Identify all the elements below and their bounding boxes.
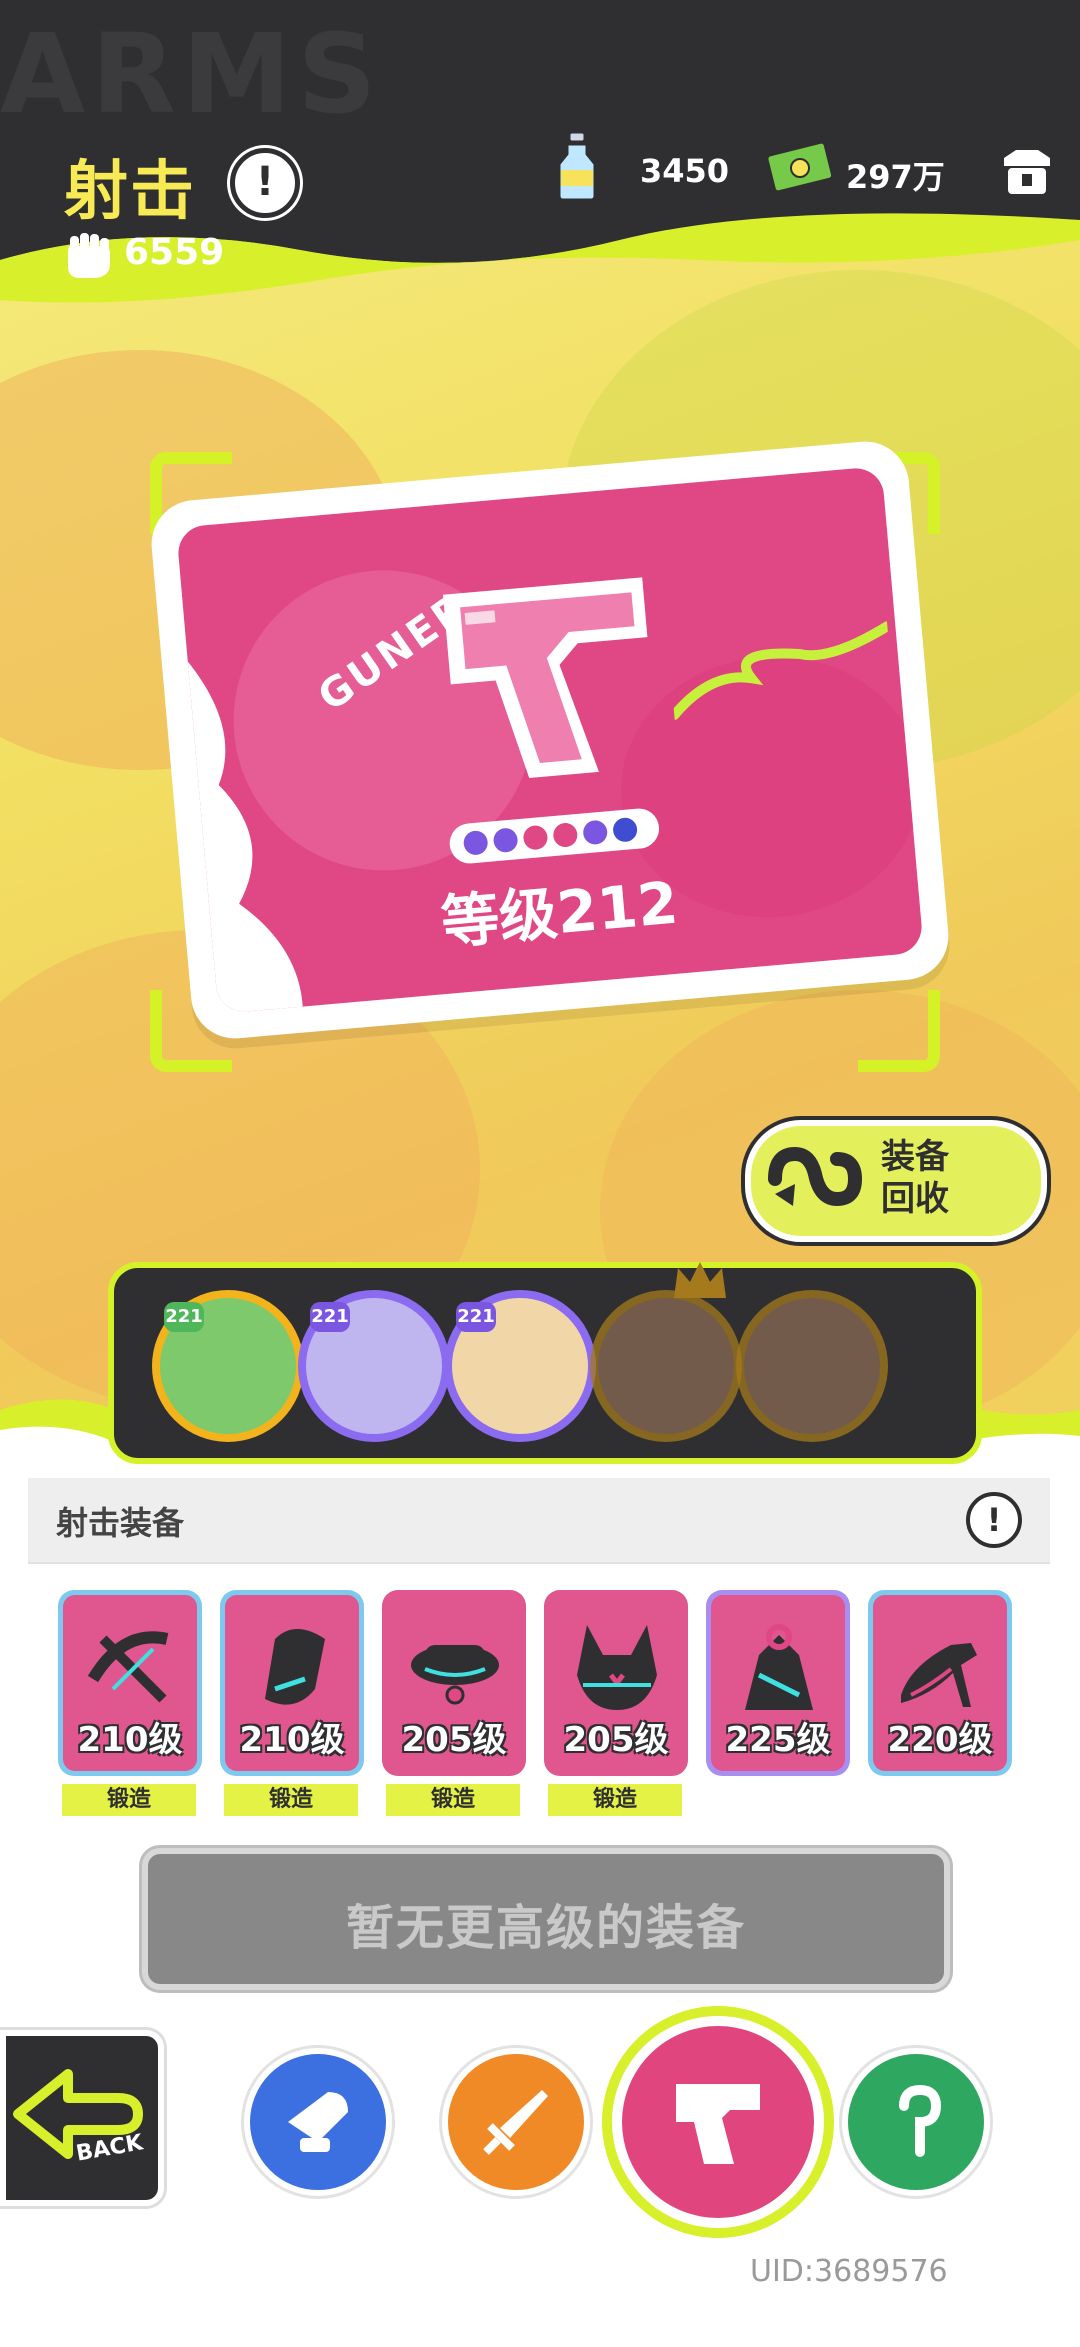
equipment-slot-dress[interactable]: 225级	[706, 1590, 850, 1776]
hero-slot[interactable]: 221	[298, 1290, 450, 1442]
cannon-icon	[288, 2092, 348, 2152]
no-better-label: 暂无更高级的装备	[345, 1900, 746, 1956]
equipment-slot-hat[interactable]: 205级	[382, 1590, 526, 1776]
weapon-card-face: GUNER 等级212	[176, 466, 924, 1014]
weapon-level: 等级212	[438, 868, 681, 958]
forge-button[interactable]: 锻造	[386, 1784, 520, 1816]
user-id: UID:3689576	[750, 2254, 948, 2289]
equipment-level: 205级	[563, 1720, 669, 1760]
shop-icon	[1004, 150, 1050, 194]
page-title: 射击	[64, 155, 196, 229]
watermark-text: ARMS	[0, 10, 383, 138]
recycle-label-line2: 回收	[881, 1179, 949, 1219]
equipment-section-header: 射击装备 !	[28, 1478, 1050, 1564]
shop-button[interactable]	[996, 144, 1058, 198]
hero-slot[interactable]	[736, 1290, 888, 1442]
bottle-icon	[557, 130, 597, 202]
slash-mark	[669, 621, 893, 721]
dress-icon	[745, 1624, 813, 1710]
equipment-slot-armor[interactable]: 205级	[544, 1590, 688, 1776]
crown-icon	[674, 1262, 726, 1298]
glove-icon	[265, 1629, 325, 1705]
recycle-icon	[768, 1146, 863, 1207]
hero-slot[interactable]: 221	[152, 1290, 304, 1442]
forge-button[interactable]: 锻造	[548, 1784, 682, 1816]
forge-button[interactable]: 锻造	[224, 1784, 358, 1816]
hero-team-panel: 221 221 221	[108, 1262, 982, 1464]
equipment-level: 220级	[887, 1720, 993, 1760]
equipment-slot-glove[interactable]: 210级	[220, 1590, 364, 1776]
nav-pistol-button[interactable]	[612, 2016, 824, 2228]
recycle-label-line1: 装备	[881, 1137, 949, 1177]
equipment-level: 205级	[401, 1720, 507, 1760]
hat-icon	[411, 1645, 499, 1705]
nav-sword-button[interactable]	[442, 2048, 590, 2196]
nav-hook-button[interactable]	[842, 2048, 990, 2196]
info-icon[interactable]: !	[966, 1492, 1022, 1548]
fist-icon	[68, 233, 110, 278]
hero-slot[interactable]: 221	[444, 1290, 596, 1442]
hero-level-badge: 221	[164, 1302, 204, 1332]
equipment-level: 210级	[77, 1720, 183, 1760]
recycle-label: 装备 回收	[881, 1136, 949, 1220]
equipment-level: 210级	[239, 1720, 345, 1760]
hook-icon	[899, 2084, 942, 2157]
nav-cannon-button[interactable]	[244, 2048, 392, 2196]
equipment-slot-weapon[interactable]: 210级	[58, 1590, 202, 1776]
pistol-icon	[442, 577, 648, 778]
shoe-icon	[901, 1643, 977, 1707]
weapon-card[interactable]: GUNER 等级212	[147, 437, 953, 1043]
power-value: 6559	[124, 232, 225, 273]
sword-icon	[483, 2090, 548, 2155]
info-icon[interactable]: !	[230, 148, 300, 218]
section-title: 射击装备	[56, 1504, 185, 1542]
cash-amount: 297万	[846, 158, 945, 196]
hero-level-badge: 221	[456, 1302, 496, 1332]
back-button[interactable]: BACK	[0, 2030, 164, 2206]
crossbow-icon	[87, 1631, 169, 1703]
hero-level-badge: 221	[310, 1302, 350, 1332]
forge-button[interactable]: 锻造	[62, 1784, 196, 1816]
no-better-equipment-button[interactable]: 暂无更高级的装备	[142, 1848, 950, 1990]
equipment-slot-shoe[interactable]: 220级	[868, 1590, 1012, 1776]
armor-icon	[577, 1625, 657, 1710]
pistol-icon	[676, 2084, 760, 2164]
equipment-recycle-button[interactable]: 装备 回收	[745, 1120, 1047, 1242]
cash-icon	[765, 140, 835, 194]
hero-slot[interactable]	[590, 1290, 742, 1442]
equipment-level: 225级	[725, 1720, 831, 1760]
bottle-count: 3450	[640, 152, 730, 190]
